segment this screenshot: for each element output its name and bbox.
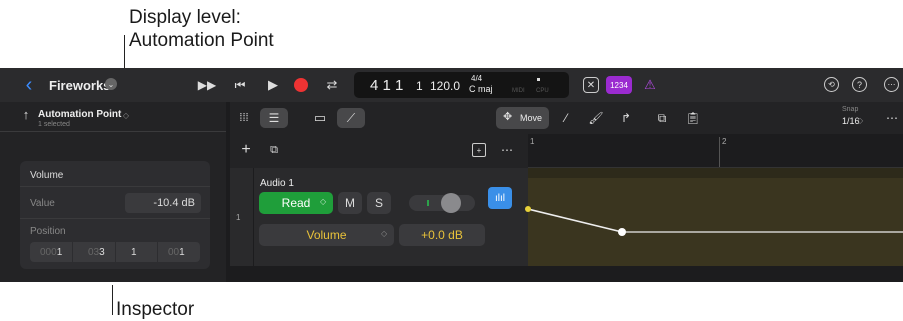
list-view-icon[interactable]: ☰ bbox=[260, 108, 288, 128]
callout-line-bottom bbox=[112, 285, 113, 315]
automation-point-start[interactable] bbox=[525, 206, 531, 212]
automation-point-selected[interactable] bbox=[618, 228, 626, 236]
lcd-position: 4 1 1 bbox=[370, 77, 404, 94]
chevron-down-icon[interactable]: ⌄ bbox=[105, 78, 117, 90]
lcd-time-signature: 4/4 bbox=[471, 74, 483, 83]
ruler-bar-1: 1 bbox=[530, 137, 535, 146]
lcd-tempo: 120.0 bbox=[430, 79, 461, 93]
ruler[interactable]: 1 2 bbox=[528, 134, 903, 168]
automation-parameter-menu[interactable]: Volume ◇ bbox=[259, 224, 394, 246]
brush-icon[interactable]: 🖌︎ bbox=[588, 109, 604, 127]
pencil-icon[interactable]: ⁄ bbox=[558, 109, 574, 127]
inspector-panel: ↑ Automation Point ◇ 1 selected Volume V… bbox=[0, 102, 226, 282]
position-beat[interactable]: 033 bbox=[88, 247, 105, 258]
cycle-icon[interactable]: ⇄ bbox=[322, 77, 342, 93]
control-bar: ‹ Fireworks ⌄ ▶▶ ⏮ ▶ ⇄ 4 1 1 1 120.0 4/4… bbox=[0, 68, 903, 102]
waveform-icon[interactable]: ılıl bbox=[488, 187, 512, 209]
automation-parameter-label: Volume bbox=[306, 228, 347, 242]
chevron-updown-icon: ◇ bbox=[381, 229, 388, 238]
position-label: Position bbox=[30, 226, 66, 237]
callout-display-level: Display level: bbox=[129, 7, 241, 28]
automation-mode-label: Read bbox=[281, 196, 311, 210]
more-icon[interactable]: ⋯ bbox=[885, 110, 899, 126]
metronome-off-icon[interactable]: ✕ bbox=[583, 77, 599, 93]
duplicate-icon[interactable]: ⧉ bbox=[267, 143, 281, 157]
level-meter bbox=[427, 200, 429, 206]
go-to-start-icon[interactable]: ⏮ bbox=[230, 77, 250, 93]
value-label: Value bbox=[30, 198, 55, 209]
volume-slider[interactable] bbox=[409, 193, 475, 213]
solo-button[interactable]: S bbox=[367, 192, 391, 214]
curve-icon[interactable]: ↱ bbox=[618, 109, 634, 127]
fast-forward-icon[interactable]: ▶▶ bbox=[197, 77, 217, 93]
move-tool-button[interactable]: ✥ Move bbox=[496, 107, 549, 129]
inspector-header-title[interactable]: Automation Point bbox=[38, 109, 121, 120]
add-region-icon[interactable]: + bbox=[472, 143, 486, 157]
divider bbox=[253, 168, 254, 266]
track-header[interactable]: 1 Audio 1 Read ◇ M S ılıl Volume ◇ +0.0 … bbox=[230, 168, 528, 266]
mute-button[interactable]: M bbox=[338, 192, 362, 214]
track-number: 1 bbox=[236, 213, 241, 222]
arrow-up-icon[interactable]: ↑ bbox=[20, 106, 32, 122]
section-title: Volume bbox=[30, 170, 64, 181]
position-division[interactable]: 1 bbox=[131, 247, 137, 258]
lcd-display[interactable]: 4 1 1 1 120.0 4/4 C maj MIDI CPU bbox=[354, 72, 569, 98]
position-tick[interactable]: 001 bbox=[168, 247, 185, 258]
value-field[interactable]: -10.4 dB bbox=[125, 193, 201, 213]
empty-track-area bbox=[230, 266, 903, 282]
automation-value-field[interactable]: +0.0 dB bbox=[399, 224, 485, 246]
record-icon[interactable] bbox=[294, 78, 308, 92]
more-icon[interactable]: ⋯ bbox=[500, 142, 514, 158]
inspector-header-subtitle: 1 selected bbox=[38, 121, 70, 128]
position-bar[interactable]: 0001 bbox=[40, 247, 62, 258]
project-name[interactable]: Fireworks bbox=[49, 78, 110, 93]
divider bbox=[72, 242, 73, 262]
count-in-icon[interactable]: 1234 bbox=[606, 76, 632, 94]
inspector-divider bbox=[0, 131, 226, 132]
lcd-key: C maj bbox=[469, 84, 493, 94]
logic-app-window: ‹ Fireworks ⌄ ▶▶ ⏮ ▶ ⇄ 4 1 1 1 120.0 4/4… bbox=[0, 68, 903, 282]
position-field[interactable]: 0001 033 1 001 bbox=[30, 242, 200, 262]
grid-icon[interactable]: ⁞⁞⁞ bbox=[234, 109, 254, 127]
volume-knob[interactable] bbox=[441, 193, 461, 213]
lcd-cpu-label: CPU bbox=[536, 88, 549, 94]
chevron-updown-icon[interactable]: ◇ bbox=[122, 110, 130, 120]
paste-icon[interactable]: 📋︎ bbox=[685, 109, 701, 127]
midi-activity-dot bbox=[537, 78, 540, 81]
move-arrows-icon: ✥ bbox=[503, 111, 513, 123]
lcd-midi-label: MIDI bbox=[512, 88, 525, 94]
automation-mode-menu[interactable]: Read ◇ bbox=[259, 192, 333, 214]
track-name[interactable]: Audio 1 bbox=[260, 178, 294, 189]
help-icon[interactable]: ? bbox=[852, 77, 867, 92]
window-icon[interactable]: ▭ bbox=[310, 109, 330, 127]
automation-icon[interactable]: ⟋ bbox=[337, 108, 365, 128]
more-icon[interactable]: ⋯ bbox=[884, 77, 899, 92]
tracks-area: ⁞⁞⁞ ☰ ▭ ⟋ ✥ Move ⁄ 🖌︎ ↱ ⧉ 📋︎ Snap 1/16 ◇… bbox=[230, 102, 903, 282]
lcd-position-sub: 1 bbox=[416, 79, 423, 93]
callout-automation-point: Automation Point bbox=[129, 30, 274, 51]
add-track-icon[interactable]: + bbox=[238, 141, 254, 158]
automation-curve bbox=[528, 208, 903, 233]
move-label: Move bbox=[520, 113, 543, 123]
play-icon[interactable]: ▶ bbox=[263, 77, 283, 93]
chevron-updown-icon: ◇ bbox=[320, 197, 327, 206]
copy-icon[interactable]: ⧉ bbox=[654, 109, 670, 127]
divider bbox=[20, 218, 210, 219]
metronome-icon[interactable]: ⚠ bbox=[641, 76, 659, 94]
history-icon[interactable]: ⟲ bbox=[824, 77, 839, 92]
snap-label: Snap bbox=[842, 106, 859, 113]
chevron-updown-icon[interactable]: ◇ bbox=[857, 116, 863, 125]
ruler-bar-2: 2 bbox=[722, 137, 727, 146]
track-header-bar: + ⧉ + ⋯ bbox=[230, 134, 528, 168]
divider bbox=[157, 242, 158, 262]
tracks-toolbar: ⁞⁞⁞ ☰ ▭ ⟋ ✥ Move ⁄ 🖌︎ ↱ ⧉ 📋︎ Snap 1/16 ◇… bbox=[230, 102, 903, 134]
callout-inspector: Inspector bbox=[116, 299, 195, 320]
inspector-volume-section: Volume Value -10.4 dB Position 0001 033 … bbox=[20, 161, 210, 269]
divider bbox=[20, 186, 210, 187]
chevron-left-icon[interactable]: ‹ bbox=[20, 74, 38, 96]
automation-lane[interactable] bbox=[525, 168, 903, 266]
ruler-tick bbox=[719, 137, 720, 168]
divider bbox=[115, 242, 116, 262]
